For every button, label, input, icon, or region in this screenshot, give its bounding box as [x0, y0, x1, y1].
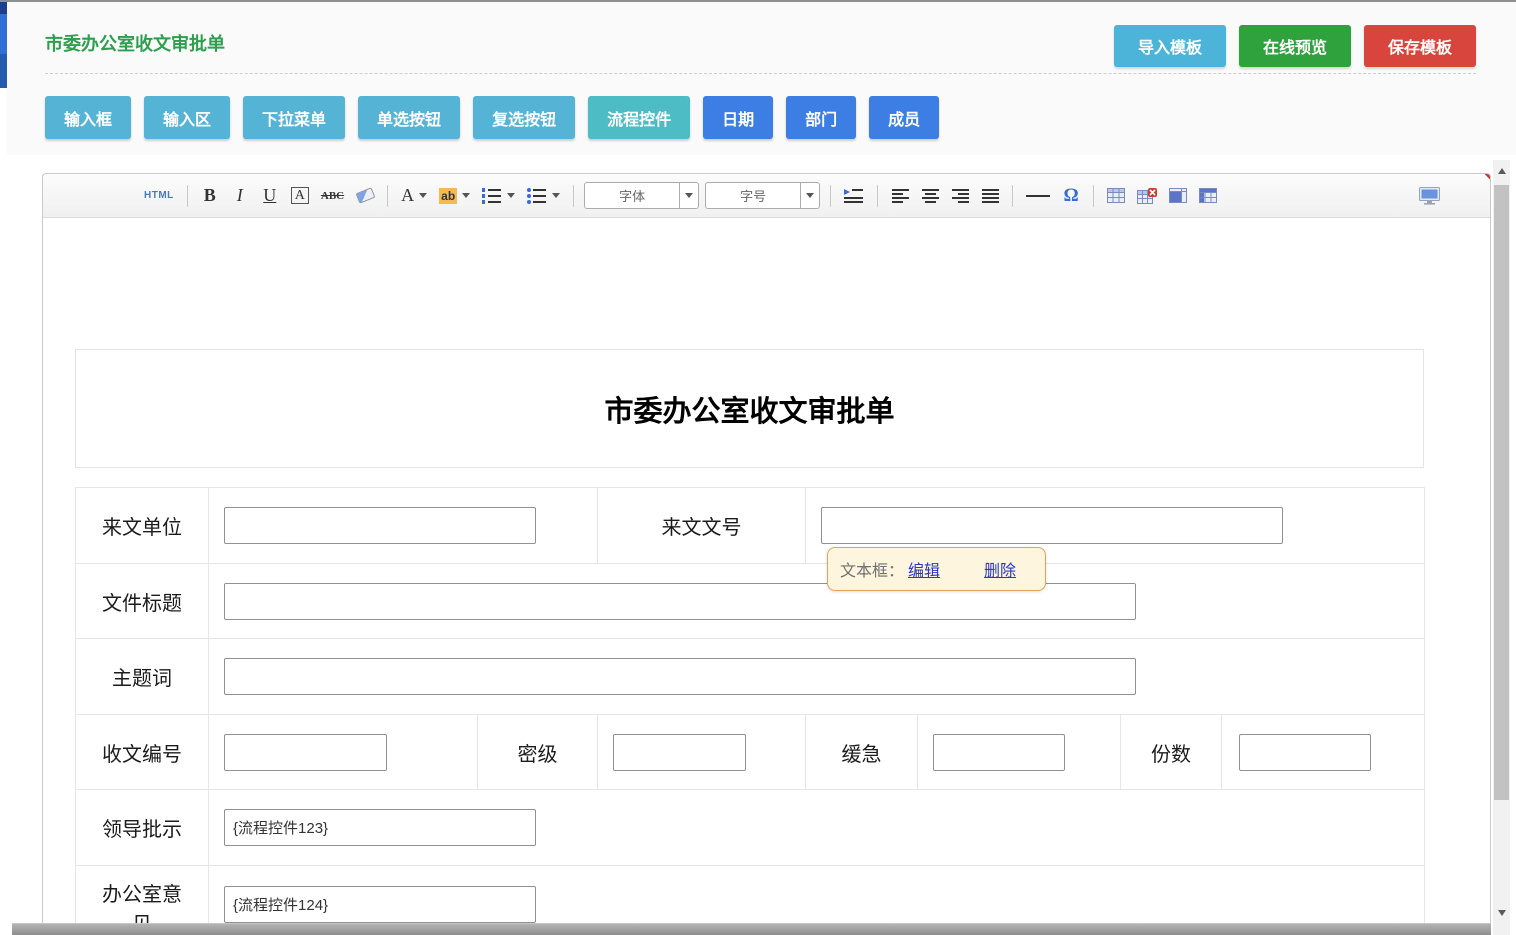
table-row: 文件标题: [76, 564, 1425, 639]
field-label: 密级: [478, 715, 598, 790]
subject-word-input[interactable]: [224, 658, 1136, 695]
scroll-down-button[interactable]: [1493, 904, 1510, 922]
bottom-scrollbar[interactable]: [12, 923, 1491, 935]
font-family-select[interactable]: 字体: [584, 182, 699, 209]
control-tooltip: 文本框： 编辑 删除: [827, 547, 1046, 591]
flow-control-button[interactable]: 流程控件: [588, 96, 690, 139]
vertical-scrollbar[interactable]: [1493, 160, 1510, 935]
char-border-icon[interactable]: A: [291, 187, 309, 204]
header-panel: 市委办公室收文审批单 导入模板 在线预览 保存模板 输入框 输入区 下拉菜单 单…: [7, 2, 1516, 155]
action-button-group: 导入模板 在线预览 保存模板: [1114, 25, 1476, 67]
align-right-icon[interactable]: [947, 182, 973, 210]
scrollbar-thumb[interactable]: [1494, 185, 1509, 800]
sidebar-edge-segment: [0, 2, 7, 14]
import-template-button[interactable]: 导入模板: [1114, 25, 1226, 67]
indent-icon[interactable]: [840, 182, 868, 210]
font-color-icon[interactable]: A: [397, 182, 431, 210]
department-button[interactable]: 部门: [786, 96, 856, 139]
date-button[interactable]: 日期: [703, 96, 773, 139]
leader-note-input[interactable]: [224, 809, 536, 846]
office-opinion-input[interactable]: [224, 886, 536, 923]
field-label: 来文文号: [598, 488, 806, 564]
source-code-icon[interactable]: HTML: [140, 182, 178, 210]
special-char-icon[interactable]: Ω: [1058, 182, 1084, 210]
font-size-select[interactable]: 字号: [705, 182, 820, 209]
urgency-input[interactable]: [933, 734, 1065, 771]
delete-table-icon[interactable]: [1133, 182, 1161, 210]
input-box-button[interactable]: 输入框: [45, 96, 131, 139]
field-label: 主题词: [76, 639, 209, 715]
secrecy-level-input[interactable]: [613, 734, 746, 771]
align-center-icon[interactable]: [917, 182, 943, 210]
toolbar-separator: [387, 185, 388, 207]
editor-content-area[interactable]: 市委办公室收文审批单 来文单位 来文文号 文件标题 主题词 收文: [43, 218, 1490, 935]
insert-table-icon[interactable]: [1103, 182, 1129, 210]
copies-count-input[interactable]: [1239, 734, 1371, 771]
strikethrough-icon[interactable]: ABC: [317, 182, 348, 210]
member-button[interactable]: 成员: [869, 96, 939, 139]
online-preview-button[interactable]: 在线预览: [1239, 25, 1351, 67]
form-title-box: 市委办公室收文审批单: [75, 349, 1424, 468]
incoming-number-input[interactable]: [821, 507, 1283, 544]
edit-link[interactable]: 编辑: [908, 557, 940, 581]
field-label: 缓急: [806, 715, 918, 790]
incoming-unit-input[interactable]: [224, 507, 536, 544]
table-props-icon[interactable]: [1195, 182, 1221, 210]
chevron-down-icon: [462, 193, 470, 198]
remove-format-icon[interactable]: [352, 182, 378, 210]
table-row: 收文编号 密级 缓急 份数: [76, 715, 1425, 790]
toolbar-separator: [877, 185, 878, 207]
align-justify-icon[interactable]: [977, 182, 1003, 210]
toolbar-separator: [1093, 185, 1094, 207]
table-cell-props-icon[interactable]: [1165, 182, 1191, 210]
sidebar-edge-strip: [0, 2, 7, 88]
fullscreen-icon[interactable]: [1415, 182, 1444, 210]
dropdown-menu-button[interactable]: 下拉菜单: [243, 96, 345, 139]
field-label: 领导批示: [76, 790, 209, 866]
save-template-button[interactable]: 保存模板: [1364, 25, 1476, 67]
table-row: 领导批示: [76, 790, 1425, 866]
form-title: 市委办公室收文审批单: [604, 388, 894, 430]
toolbar-separator: [1012, 185, 1013, 207]
chevron-down-icon: [552, 193, 560, 198]
checkbox-button[interactable]: 复选按钮: [473, 96, 575, 139]
ordered-list-icon[interactable]: [478, 182, 519, 210]
table-row: 来文单位 来文文号: [76, 488, 1425, 564]
toolbar-separator: [187, 185, 188, 207]
delete-link[interactable]: 删除: [984, 557, 1016, 581]
toolbar-separator: [830, 185, 831, 207]
field-label: 份数: [1121, 715, 1222, 790]
textarea-button[interactable]: 输入区: [144, 96, 230, 139]
scroll-up-button[interactable]: [1493, 162, 1510, 180]
editor-toolbar: HTML B I U A ABC A ab 字体 字号: [43, 174, 1490, 218]
field-label: 收文编号: [76, 715, 209, 790]
table-row: 主题词: [76, 639, 1425, 715]
pencil-icon: [1485, 173, 1491, 180]
rich-text-editor: HTML B I U A ABC A ab 字体 字号: [42, 173, 1491, 935]
field-label: 文件标题: [76, 564, 209, 639]
italic-icon[interactable]: I: [227, 182, 253, 210]
underline-icon[interactable]: U: [257, 182, 283, 210]
highlight-color-icon[interactable]: ab: [435, 182, 474, 210]
component-button-group: 输入框 输入区 下拉菜单 单选按钮 复选按钮 流程控件 日期 部门 成员: [45, 96, 939, 139]
unordered-list-icon[interactable]: [523, 182, 564, 210]
receive-number-input[interactable]: [224, 734, 387, 771]
sidebar-edge-segment: [0, 54, 7, 88]
dashed-divider: [45, 73, 1476, 74]
page-title: 市委办公室收文审批单: [45, 30, 225, 56]
chevron-down-icon: [507, 193, 515, 198]
align-left-icon[interactable]: [887, 182, 913, 210]
chevron-down-icon: [419, 193, 427, 198]
horizontal-rule-icon[interactable]: [1022, 182, 1054, 210]
chevron-down-icon[interactable]: [800, 183, 819, 208]
radio-button-button[interactable]: 单选按钮: [358, 96, 460, 139]
field-label: 来文单位: [76, 488, 209, 564]
toolbar-separator: [573, 185, 574, 207]
form-fields-table: 来文单位 来文文号 文件标题 主题词 收文编号 密级 缓急 份数: [75, 487, 1425, 935]
bold-icon[interactable]: B: [197, 182, 223, 210]
tooltip-label: 文本框：: [840, 557, 904, 581]
chevron-down-icon[interactable]: [679, 183, 698, 208]
